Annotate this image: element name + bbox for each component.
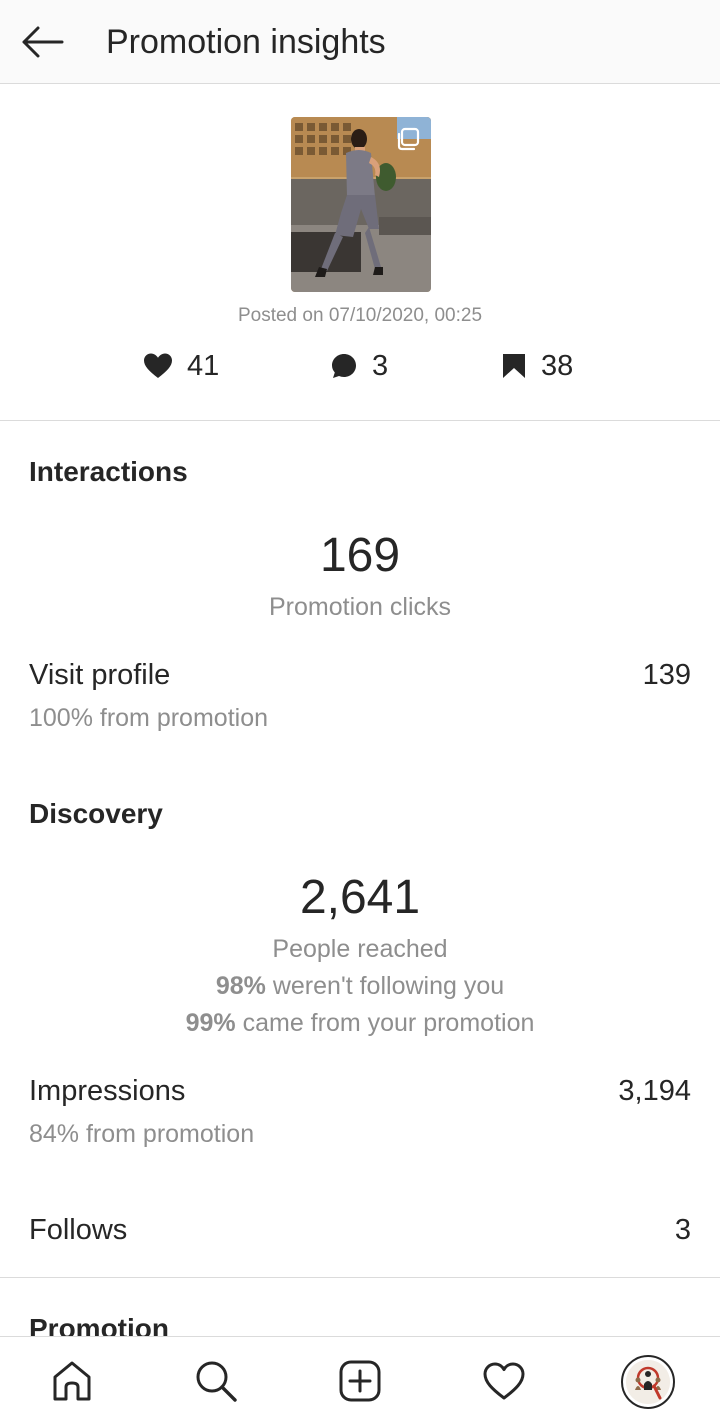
activity-heart-icon [483,1362,525,1400]
new-post-icon [339,1360,381,1402]
home-icon [53,1361,91,1401]
bottom-tab-bar [0,1336,720,1425]
from-promotion-stat: 99% came from your promotion [0,1007,720,1039]
divider [0,1277,720,1278]
discovery-section-title: Discovery [29,798,163,829]
comments-stat: 3 [330,346,388,386]
top-bar: Promotion insights [0,0,720,84]
avatar [626,1360,670,1404]
profile-avatar [626,1360,670,1404]
tab-activity[interactable] [480,1357,528,1405]
from-promotion-text: came from your promotion [235,1009,535,1037]
not-following-text: weren't following you [265,972,505,1000]
follows-label: Follows [29,1214,128,1246]
likes-stat: 41 [143,346,219,386]
impressions-value: 3,194 [618,1075,691,1107]
people-reached-count: 2,641 [299,871,421,924]
posted-on-timestamp: Posted on 07/10/2020, 00:25 [237,305,483,326]
comments-count: 3 [372,350,389,382]
promotion-clicks-count: 169 [319,529,401,582]
visit-profile-value: 139 [642,659,691,691]
comment-bubble-icon [332,354,356,378]
avatar-ring [621,1355,675,1409]
tab-search[interactable] [192,1357,240,1405]
from-promotion-pct: 99% [185,1009,236,1037]
not-following-stat: 98% weren't following you [0,970,720,1002]
visit-profile-label: Visit profile [29,659,171,691]
search-icon [196,1361,237,1402]
bookmark-icon [503,354,525,378]
people-reached-label: People reached [272,935,448,963]
heart-icon [144,353,172,378]
arrow-left-icon [22,26,64,58]
tab-profile[interactable] [620,1354,676,1410]
post-thumbnail[interactable] [291,117,431,292]
divider [0,420,720,421]
visit-profile-sub: 100% from promotion [29,704,269,732]
impressions-label: Impressions [29,1075,186,1107]
page-title: Promotion insights [106,23,386,61]
tab-new-post[interactable] [336,1357,384,1405]
carousel-icon [397,127,420,151]
back-button[interactable] [18,22,66,62]
impressions-sub: 84% from promotion [29,1120,255,1148]
likes-count: 41 [187,350,220,382]
not-following-pct: 98% [215,972,266,1000]
saves-count: 38 [541,350,574,382]
tab-home[interactable] [48,1357,96,1405]
interactions-section-title: Interactions [29,456,188,487]
saves-stat: 38 [501,346,573,386]
follows-value: 3 [674,1214,691,1246]
promotion-clicks-label: Promotion clicks [269,593,451,621]
